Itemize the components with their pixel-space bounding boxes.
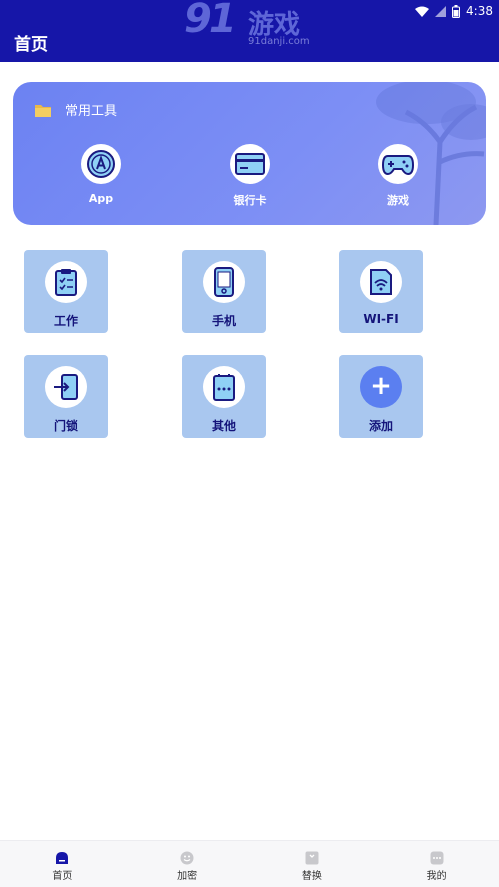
nav-item-mine[interactable]: 我的 (374, 841, 499, 887)
home-icon (56, 851, 69, 864)
battery-icon (452, 4, 461, 18)
nav-replace-label: 替换 (301, 870, 322, 882)
watermark-url: 91danji.com (248, 36, 310, 47)
tile-phone-circle (203, 261, 245, 303)
tile-door-lock-circle (45, 366, 87, 408)
status-time: 4:38 (466, 4, 493, 18)
tile-other[interactable]: 其他 (182, 355, 266, 438)
nav-item-home[interactable]: 首页 (0, 841, 125, 887)
wifi-card-icon (370, 269, 392, 295)
replace-icon (305, 851, 319, 864)
nav-item-encrypt[interactable]: 加密 (125, 841, 250, 887)
tools-header: 常用工具 (35, 100, 117, 119)
tile-work-circle (45, 261, 87, 303)
tile-phone-label: 手机 (211, 314, 236, 328)
clipboard-icon (55, 269, 77, 296)
tile-other-label: 其他 (211, 419, 236, 433)
phone-icon (214, 267, 234, 297)
tile-door-lock[interactable]: 门锁 (24, 355, 108, 438)
bottom-nav: 首页 加密 替换 我的 (0, 840, 499, 887)
chat-bubble-icon (430, 851, 444, 864)
tool-game-circle (378, 144, 418, 184)
door-lock-icon (54, 374, 78, 400)
bank-card-icon (235, 153, 265, 175)
tile-phone[interactable]: 手机 (182, 250, 266, 333)
tile-wifi-circle (360, 261, 402, 303)
add-icon: + (360, 366, 402, 408)
common-tools-card: 常用工具 App 银行卡 游戏 (13, 82, 486, 225)
tool-game-label: 游戏 (387, 194, 409, 207)
folder-icon (35, 104, 51, 117)
tile-work[interactable]: 工作 (24, 250, 108, 333)
tile-add[interactable]: + 添加 (339, 355, 423, 438)
tile-wifi[interactable]: WI-FI (339, 250, 423, 333)
tile-work-label: 工作 (53, 314, 78, 328)
wifi-signal-icon (415, 6, 430, 17)
tile-wifi-label: WI-FI (363, 312, 399, 326)
other-icon (213, 374, 235, 401)
nav-home-label: 首页 (52, 870, 73, 882)
page-title: 首页 (14, 35, 48, 55)
nav-item-replace[interactable]: 替换 (250, 841, 375, 887)
tool-app-label: App (88, 192, 114, 205)
tile-door-lock-label: 门锁 (53, 419, 78, 433)
tool-bank-card-label: 银行卡 (233, 194, 267, 207)
gamepad-icon (382, 155, 414, 175)
tile-other-circle (203, 366, 245, 408)
tool-bank-card[interactable]: 银行卡 (210, 144, 290, 208)
tool-bank-card-circle (230, 144, 270, 184)
app-header: 91 游戏 91danji.com 4:38 首页 (0, 0, 499, 62)
watermark-number: 91 (184, 0, 237, 42)
smiley-icon (180, 851, 194, 864)
tool-game[interactable]: 游戏 (358, 144, 438, 208)
tile-add-label: 添加 (368, 419, 393, 433)
tool-app[interactable]: App (61, 144, 141, 205)
status-bar: 4:38 (415, 2, 493, 20)
cellular-signal-icon (435, 5, 447, 17)
nav-mine-label: 我的 (426, 870, 447, 882)
tool-app-circle (81, 144, 121, 184)
tools-title: 常用工具 (65, 104, 118, 119)
watermark-logo: 91 游戏 91danji.com (184, 0, 320, 52)
app-store-icon (87, 150, 115, 178)
nav-encrypt-label: 加密 (177, 870, 198, 882)
